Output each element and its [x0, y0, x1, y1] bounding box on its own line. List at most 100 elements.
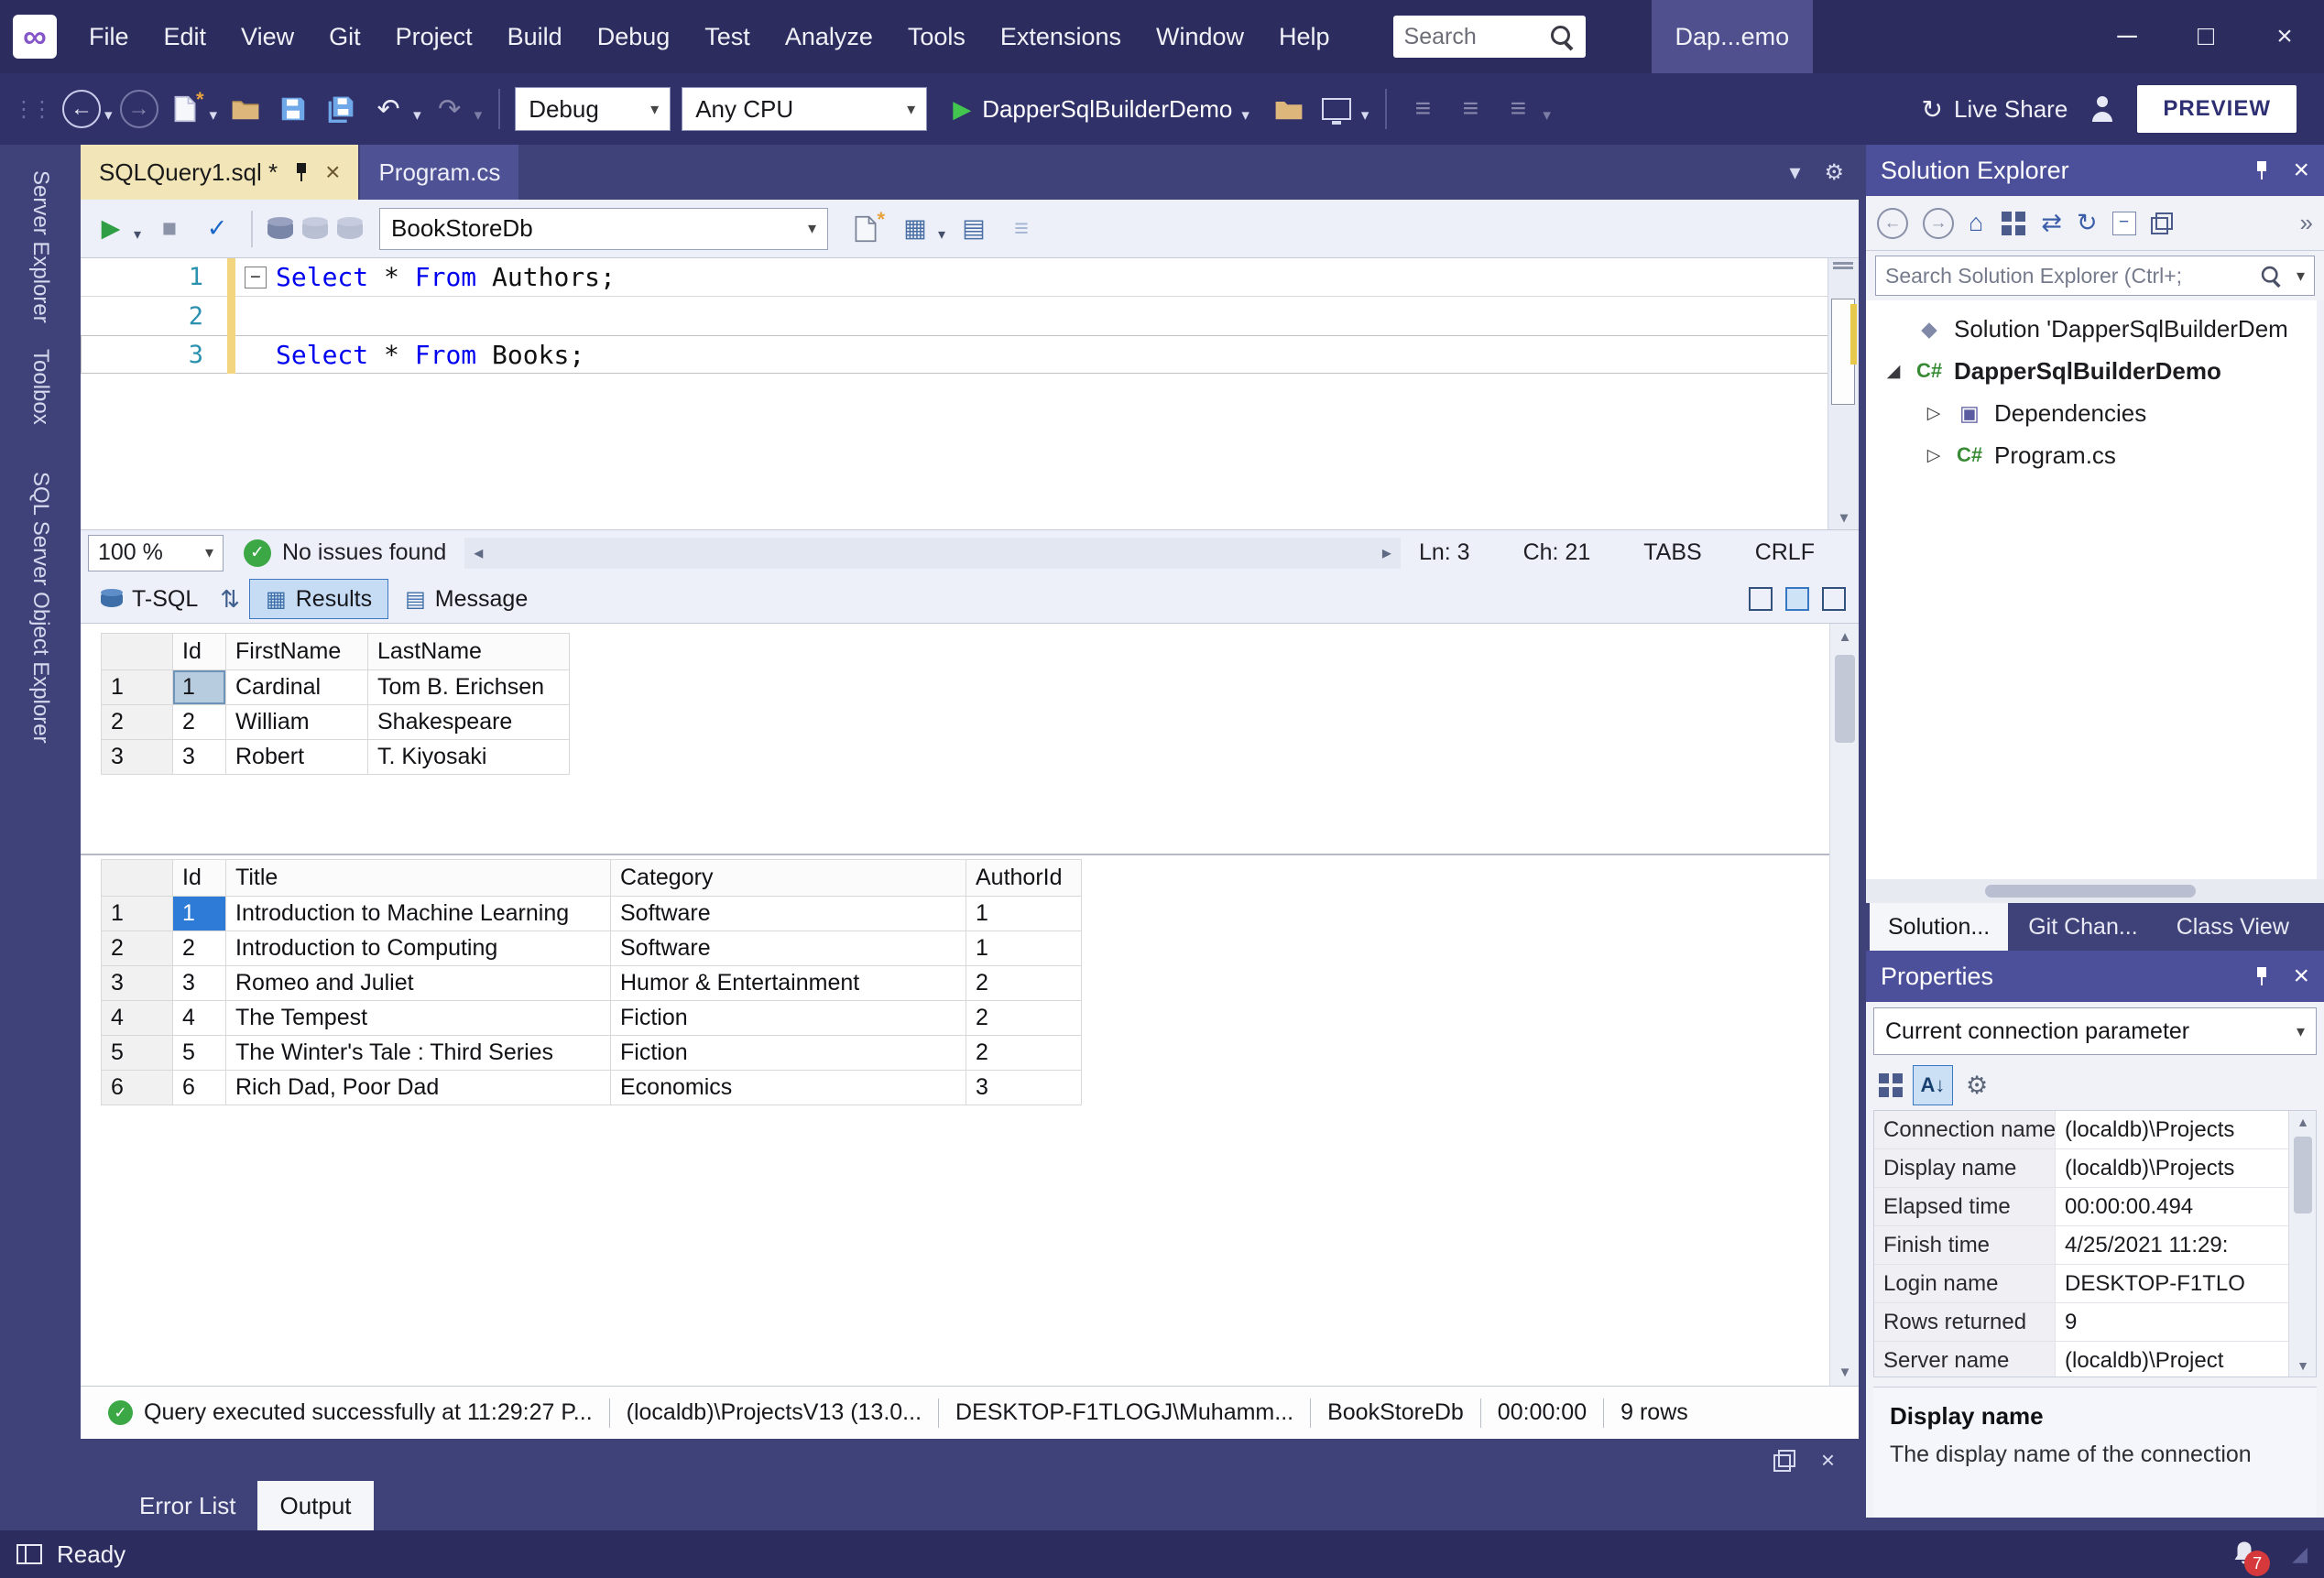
menu-analyze[interactable]: Analyze [768, 0, 890, 73]
preview-button[interactable]: PREVIEW [2137, 85, 2297, 133]
property-value[interactable]: (localdb)\Project [2056, 1342, 2288, 1377]
panel-layout-icon[interactable] [16, 1544, 42, 1564]
results-pane-maximize-icon[interactable] [1785, 587, 1809, 611]
property-row[interactable]: Finish time4/25/2021 11:29: [1874, 1226, 2316, 1265]
grid-corner-cell[interactable] [102, 860, 173, 897]
properties-header[interactable]: Properties × [1866, 951, 2324, 1002]
properties-scrollbar[interactable]: ▲ ▼ [2288, 1111, 2316, 1377]
notifications-button[interactable]: 7 [2228, 1538, 2261, 1571]
window-options-icon[interactable]: ⚙ [1824, 159, 1844, 186]
data-cell[interactable]: Shakespeare [368, 705, 570, 740]
results-to-grid-icon[interactable]: ▦ [896, 214, 934, 243]
row-number-cell[interactable]: 2 [102, 705, 173, 740]
chevron-down-icon[interactable]: ▾ [1361, 106, 1369, 125]
sync-with-active-document-icon[interactable]: ⇄ [2041, 209, 2062, 237]
indent-icon[interactable]: ≡ [1449, 88, 1491, 130]
property-row[interactable]: Server name(localdb)\Project [1874, 1342, 2316, 1377]
solution-configurations-select[interactable]: Debug ▾ [515, 87, 671, 131]
data-cell[interactable]: 1 [966, 897, 1082, 931]
pin-icon[interactable] [292, 161, 311, 183]
pin-icon[interactable] [2253, 159, 2271, 181]
connect-icon[interactable] [267, 219, 293, 239]
database-dropdown[interactable]: BookStoreDb ▾ [379, 208, 828, 250]
menu-edit[interactable]: Edit [147, 0, 224, 73]
row-number-cell[interactable]: 2 [102, 931, 173, 966]
expand-icon[interactable]: ▷ [1917, 403, 1950, 424]
data-cell[interactable]: 2 [966, 966, 1082, 1001]
save-icon[interactable] [272, 88, 314, 130]
close-panel-icon[interactable]: × [1821, 1446, 1835, 1475]
collapse-all-icon[interactable]: − [2112, 212, 2136, 235]
data-cell[interactable]: 1 [966, 931, 1082, 966]
data-cell[interactable]: Software [611, 931, 966, 966]
scrollbar-thumb[interactable] [1985, 885, 2196, 898]
data-cell[interactable]: 2 [966, 1001, 1082, 1036]
forward-icon[interactable]: → [1923, 208, 1954, 239]
grid-corner-cell[interactable] [102, 634, 173, 670]
folder-search-icon[interactable] [1268, 88, 1310, 130]
error-list-tab[interactable]: Error List [117, 1481, 257, 1530]
chevron-down-icon[interactable]: ▾ [134, 225, 141, 244]
parse-query-icon[interactable]: ✓ [198, 210, 236, 248]
data-cell[interactable]: 2 [173, 705, 226, 740]
data-cell[interactable]: 4 [173, 1001, 226, 1036]
chevron-down-icon[interactable]: ▾ [1241, 106, 1249, 125]
scroll-down-icon[interactable]: ▼ [1830, 1365, 1859, 1380]
data-cell[interactable]: Software [611, 897, 966, 931]
menu-test[interactable]: Test [687, 0, 768, 73]
window-position-icon[interactable] [1773, 1450, 1795, 1472]
navigate-forward-icon[interactable]: → [120, 90, 158, 128]
row-number-cell[interactable]: 5 [102, 1036, 173, 1071]
scroll-up-icon[interactable]: ▲ [2289, 1115, 2317, 1129]
doc-tab-sqlquery1[interactable]: SQLQuery1.sql * × [81, 145, 358, 200]
pin-icon[interactable] [2253, 965, 2271, 987]
menu-window[interactable]: Window [1139, 0, 1261, 73]
column-header-title[interactable]: Title [226, 860, 611, 897]
data-cell[interactable]: The Winter's Tale : Third Series [226, 1036, 611, 1071]
search-box[interactable]: Search [1393, 16, 1586, 58]
feedback-icon[interactable] [2089, 96, 2115, 122]
property-row[interactable]: Login nameDESKTOP-F1TLO [1874, 1265, 2316, 1303]
disconnect-icon[interactable] [302, 219, 328, 239]
tree-item-project[interactable]: ◢ C# DapperSqlBuilderDemo [1866, 350, 2324, 392]
row-number-cell[interactable]: 4 [102, 1001, 173, 1036]
data-cell[interactable]: Romeo and Juliet [226, 966, 611, 1001]
search-icon[interactable] [2260, 265, 2282, 287]
close-icon[interactable]: × [2293, 961, 2309, 992]
alphabetical-sort-icon[interactable]: A↓ [1913, 1065, 1953, 1105]
data-cell[interactable]: Economics [611, 1071, 966, 1105]
scroll-up-icon[interactable]: ▲ [1830, 629, 1859, 645]
column-header-firstname[interactable]: FirstName [226, 634, 368, 670]
row-number-cell[interactable]: 6 [102, 1071, 173, 1105]
column-header-id[interactable]: Id [173, 634, 226, 670]
toolbar-overflow-icon[interactable]: » [2300, 209, 2313, 237]
chevron-down-icon[interactable]: ▾ [104, 106, 113, 125]
menu-view[interactable]: View [224, 0, 311, 73]
chevron-down-icon[interactable]: ▾ [808, 219, 816, 238]
property-value[interactable]: DESKTOP-F1TLO [2056, 1265, 2288, 1302]
results-splitter[interactable] [81, 854, 1859, 855]
menu-file[interactable]: File [71, 0, 147, 73]
vs-logo-icon[interactable]: ∞ [13, 15, 57, 59]
property-row[interactable]: Connection name(localdb)\Projects [1874, 1111, 2316, 1149]
live-share-button[interactable]: ↻ Live Share [1922, 94, 2068, 125]
data-cell[interactable]: 2 [173, 931, 226, 966]
tree-item-dependencies[interactable]: ▷ ▣ Dependencies [1866, 392, 2324, 434]
menu-project[interactable]: Project [378, 0, 490, 73]
chevron-down-icon[interactable]: ▾ [205, 543, 213, 562]
scroll-left-icon[interactable]: ◂ [474, 541, 483, 564]
editor-scrollbar[interactable]: ▼ [1828, 258, 1859, 529]
code-text[interactable]: Select * From Authors; [276, 262, 616, 292]
menu-build[interactable]: Build [490, 0, 580, 73]
tree-vertical-scrollbar[interactable] [2317, 300, 2324, 879]
rail-tab-toolbox[interactable]: Toolbox [27, 349, 53, 425]
data-cell[interactable]: 3 [173, 740, 226, 775]
data-cell[interactable]: Robert [226, 740, 368, 775]
outline-icon[interactable]: ≡ [1402, 88, 1444, 130]
data-cell[interactable]: 1 [173, 897, 226, 931]
splitter-grip[interactable] [1833, 262, 1853, 269]
horizontal-scrollbar[interactable]: ◂ ▸ [464, 538, 1401, 569]
chevron-down-icon[interactable]: ▾ [413, 106, 421, 125]
column-header-authorid[interactable]: AuthorId [966, 860, 1082, 897]
data-cell[interactable]: Introduction to Machine Learning [226, 897, 611, 931]
